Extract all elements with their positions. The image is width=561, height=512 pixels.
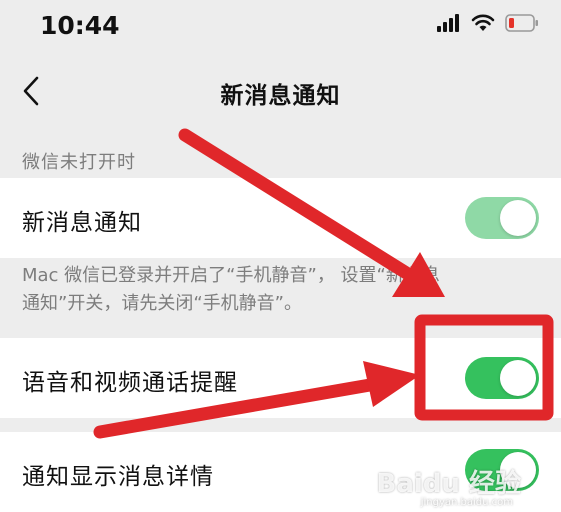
- status-bar: 10:44: [0, 0, 561, 56]
- nav-bar: 新消息通知: [0, 58, 561, 124]
- section-label: 微信未打开时: [22, 152, 136, 173]
- wifi-icon: [471, 14, 495, 31]
- note-line-1: Mac 微信已登录并开启了“手机静音”， 设置“新消息: [22, 265, 440, 286]
- baidu-watermark: Baidu 经验: [376, 469, 521, 499]
- row-label: 通知显示消息详情: [22, 464, 214, 490]
- row-label: 新消息通知: [22, 210, 142, 236]
- status-icons: [437, 14, 539, 32]
- settings-row-call-reminder: 语音和视频通话提醒: [0, 338, 561, 418]
- status-time: 10:44: [40, 11, 120, 40]
- page-title: 新消息通知: [220, 83, 341, 109]
- new-message-toggle[interactable]: [465, 197, 539, 239]
- note-line-2: 通知”开关，请先关闭“手机静音”。: [22, 293, 302, 314]
- row-label: 语音和视频通话提醒: [22, 370, 238, 396]
- baidu-watermark-url: jingyan.baidu.com: [420, 497, 513, 508]
- mute-note: Mac 微信已登录并开启了“手机静音”， 设置“新消息 通知”开关，请先关闭“手…: [22, 262, 542, 318]
- battery-low-icon: [505, 14, 538, 32]
- call-reminder-toggle[interactable]: [465, 357, 539, 399]
- signal-icon: [437, 14, 459, 32]
- toggle-knob: [500, 360, 536, 396]
- settings-row-new-message: 新消息通知: [0, 178, 561, 258]
- toggle-knob: [500, 200, 536, 236]
